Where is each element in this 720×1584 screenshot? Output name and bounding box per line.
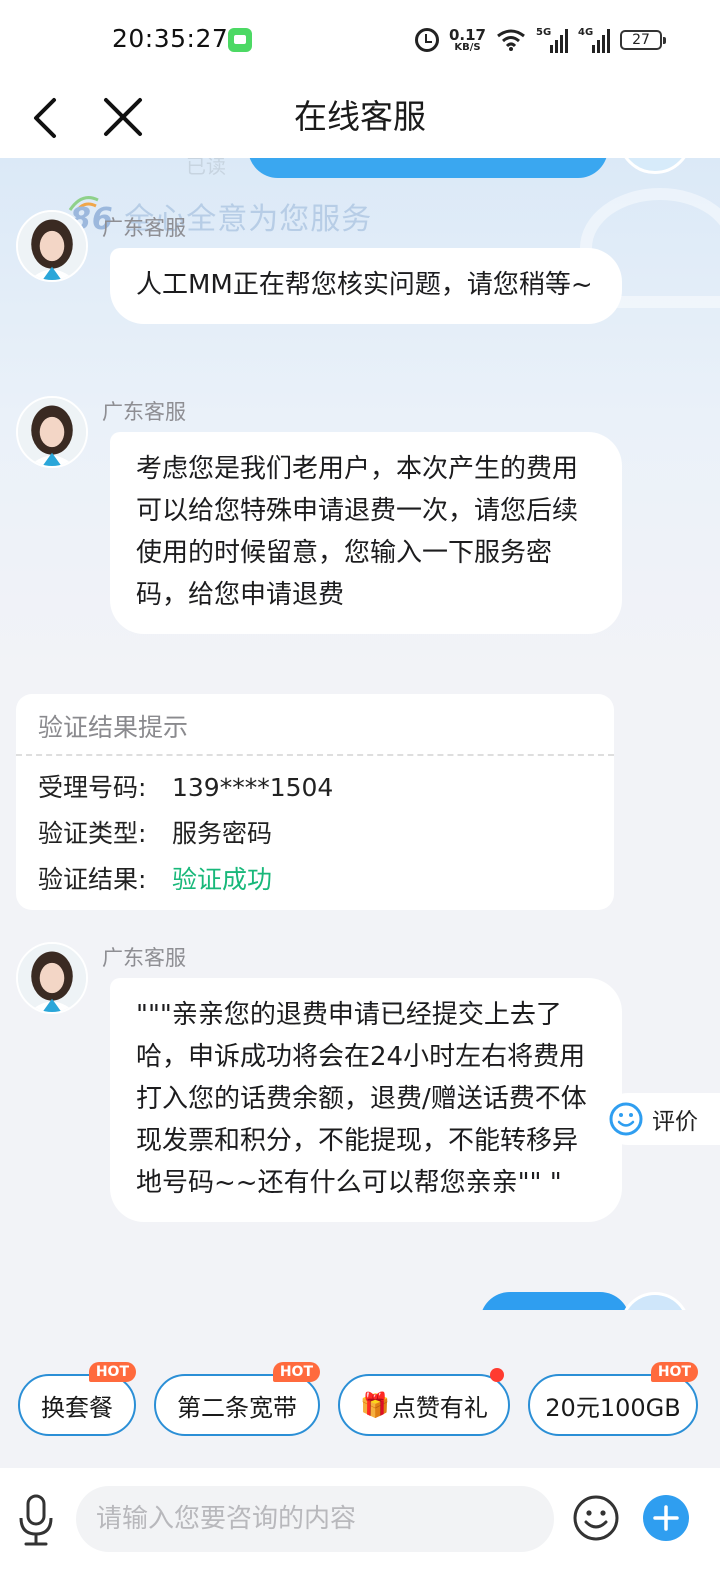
status-indicators: 0.17 KB/S 5G 4G 27 [414, 22, 666, 58]
hot-badge: HOT [650, 1362, 698, 1382]
signal-4g-icon: 4G [578, 27, 610, 53]
verify-value: 服务密码 [172, 819, 273, 848]
status-bar: 20:35:27 0.17 KB/S 5G 4G 27 [0, 0, 720, 80]
message-input[interactable] [76, 1486, 554, 1552]
plus-icon[interactable] [642, 1494, 690, 1542]
chat-area[interactable]: 已读 86 全心全意为您服务 广东客服 人工MM正在帮您核实问题，请您稍等~ 广… [0, 158, 720, 1310]
previous-user-avatar [618, 158, 692, 174]
rate-button[interactable]: 评价 [602, 1093, 720, 1145]
signal-5g-label: 5G [536, 27, 552, 38]
signal-5g-icon: 5G [536, 27, 568, 53]
quick-action-like-gift[interactable]: 🎁 点赞有礼 [338, 1368, 510, 1436]
agent-message[interactable]: 人工MM正在帮您核实问题，请您稍等~ [110, 248, 622, 324]
quick-action-label: 点赞有礼 [391, 1393, 488, 1422]
network-speed-unit: KB/S [454, 41, 481, 53]
quick-action-data-pack[interactable]: 20元100GB HOT [528, 1362, 698, 1436]
network-speed-value: 0.17 [448, 25, 486, 44]
hot-badge: HOT [272, 1362, 320, 1382]
divider [16, 754, 614, 756]
agent-avatar[interactable] [16, 396, 88, 468]
agent-portrait-icon [18, 944, 86, 1012]
gift-icon: 🎁 [360, 1391, 390, 1419]
signal-4g-label: 4G [578, 27, 594, 38]
verification-result-card[interactable]: 验证结果提示 受理号码: 139****1504 验证类型: 服务密码 验证结果: 验… [16, 694, 614, 910]
rate-label: 评价 [652, 1109, 698, 1135]
network-speed: 0.17 KB/S [448, 25, 486, 53]
previous-read-status: 已读 [186, 158, 226, 178]
quick-action-label: 第二条宽带 [177, 1393, 297, 1422]
verify-key: 受理号码: [38, 773, 147, 802]
user-avatar[interactable] [620, 1292, 690, 1310]
input-bar [0, 1468, 720, 1584]
agent-avatar[interactable] [16, 942, 88, 1014]
previous-user-bubble [248, 158, 608, 178]
emoji-icon[interactable] [572, 1494, 620, 1542]
verify-value: 139****1504 [172, 773, 334, 802]
smile-icon [609, 1102, 643, 1136]
agent-message[interactable]: """亲亲您的退费申请已经提交上去了哈，申诉成功将会在24小时左右将费用打入您的… [110, 978, 622, 1222]
nav-header: 在线客服 [0, 80, 720, 158]
page-title: 在线客服 [294, 97, 426, 136]
quick-action-label: 换套餐 [41, 1393, 113, 1422]
verify-row-number: 受理号码: 139****1504 [38, 768, 333, 804]
agent-portrait-icon [18, 212, 86, 280]
verify-key: 验证结果: [38, 865, 147, 894]
agent-message[interactable]: 考虑您是我们老用户，本次产生的费用可以给您特殊申请退费一次，请您后续使用的时候留… [110, 432, 622, 634]
status-time: 20:35:27 [112, 24, 229, 53]
verify-row-type: 验证类型: 服务密码 [38, 814, 272, 850]
microphone-icon[interactable] [16, 1490, 56, 1550]
user-message-bubble[interactable] [480, 1292, 630, 1310]
sender-name: 广东客服 [102, 216, 186, 240]
quick-action-label: 20元100GB [545, 1393, 681, 1422]
verify-card-title: 验证结果提示 [38, 713, 189, 742]
wifi-icon [497, 29, 525, 51]
sender-name: 广东客服 [102, 946, 186, 970]
hot-badge: HOT [88, 1362, 136, 1382]
agent-portrait-icon [18, 398, 86, 466]
message-app-icon [228, 28, 252, 52]
notification-dot [490, 1368, 504, 1382]
quick-actions-bar: 换套餐 HOT 第二条宽带 HOT 🎁 点赞有礼 20元100GB HOT [0, 1310, 720, 1468]
verify-key: 验证类型: [38, 819, 147, 848]
quick-action-second-broadband[interactable]: 第二条宽带 HOT [154, 1362, 320, 1436]
battery-icon: 27 [620, 30, 666, 50]
verify-row-result: 验证结果: 验证成功 [38, 860, 272, 896]
alarm-icon [414, 28, 439, 52]
verify-success-value: 验证成功 [172, 865, 273, 894]
sender-name: 广东客服 [102, 400, 186, 424]
quick-action-change-plan[interactable]: 换套餐 HOT [18, 1362, 136, 1436]
agent-avatar[interactable] [16, 210, 88, 282]
